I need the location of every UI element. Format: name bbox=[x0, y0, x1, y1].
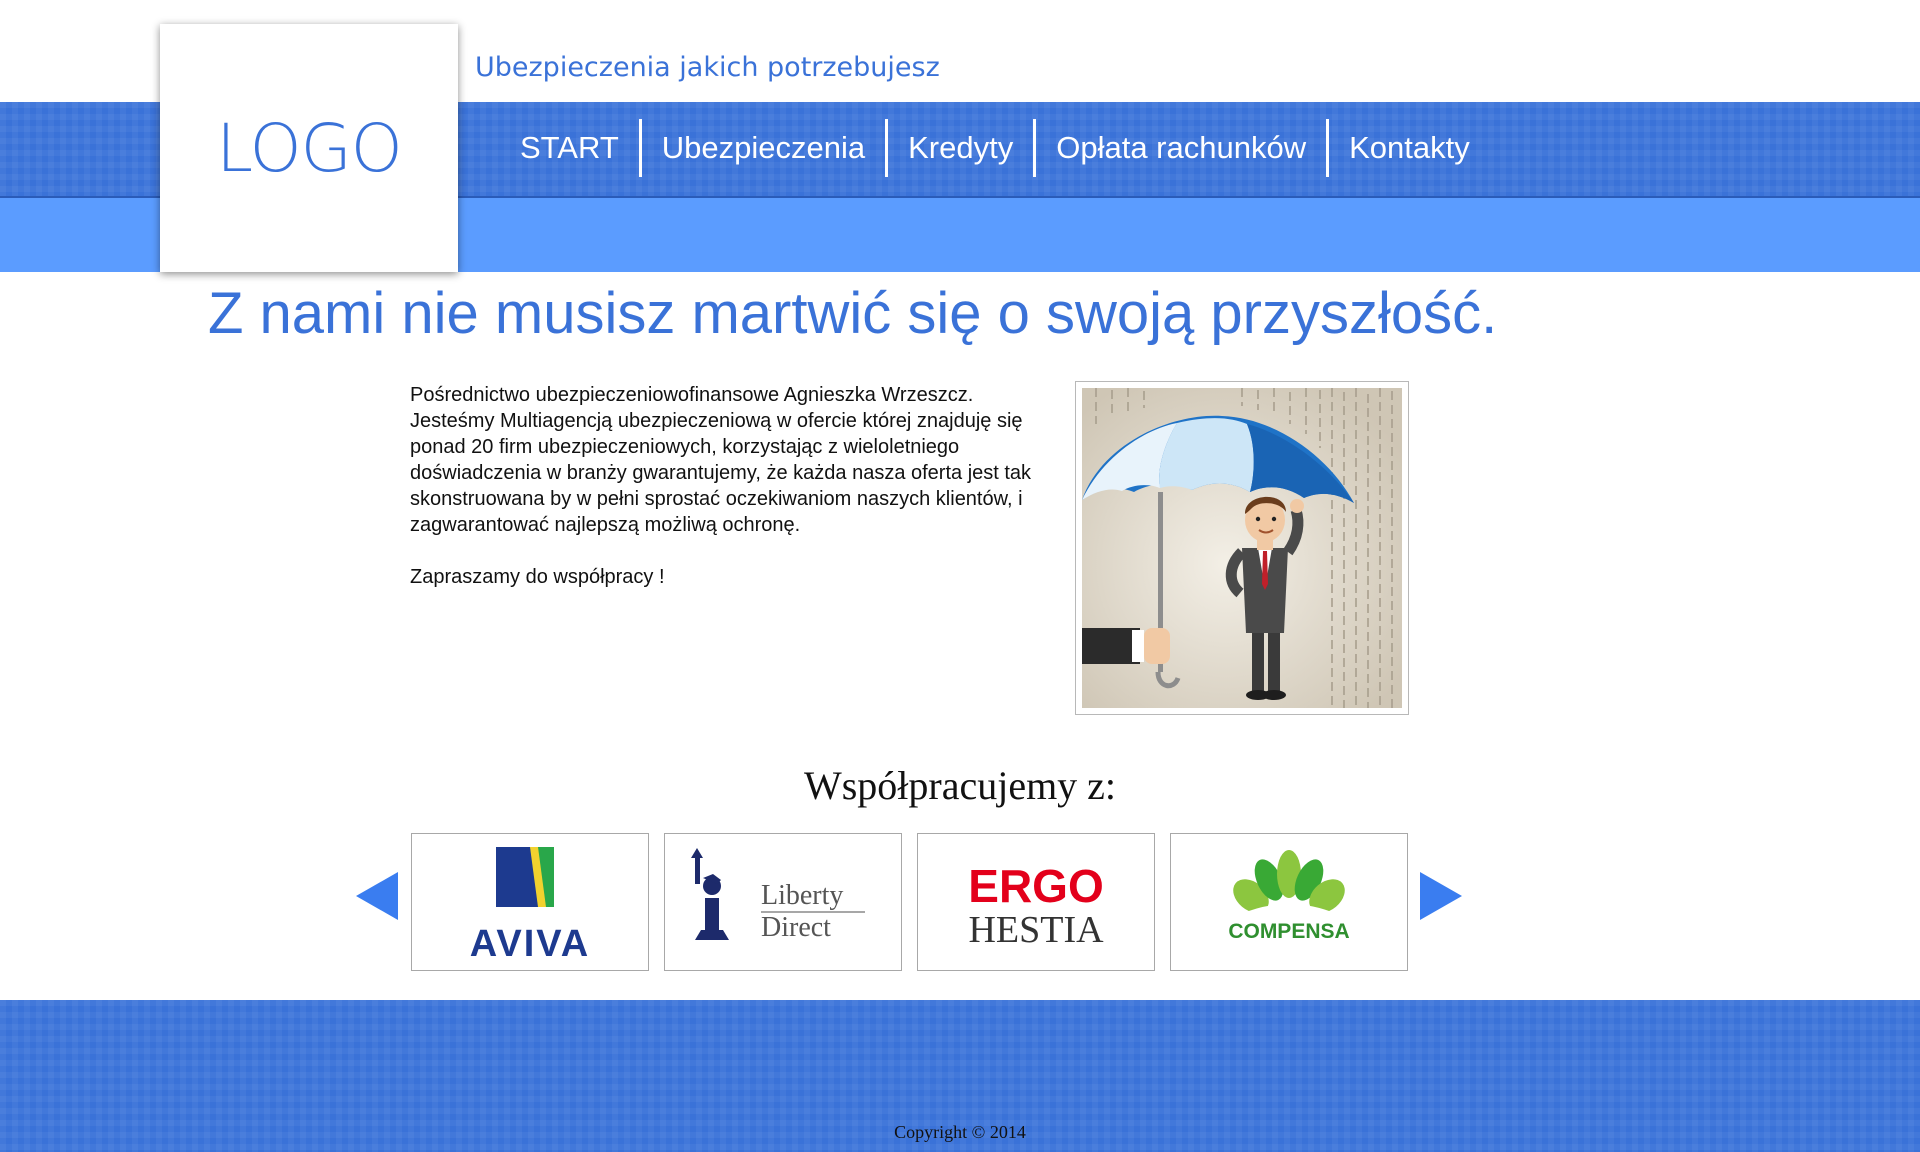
liberty-direct-logo: Liberty Direct bbox=[691, 848, 865, 943]
ergo-hestia-logo: ERGO HESTIA bbox=[968, 860, 1104, 951]
nav-item-start[interactable]: START bbox=[500, 119, 639, 177]
main-nav: START Ubezpieczenia Kredyty Opłata rachu… bbox=[500, 118, 1490, 178]
partner-logo-ergo-hestia[interactable]: ERGO HESTIA bbox=[917, 833, 1155, 971]
tagline: Ubezpieczenia jakich potrzebujesz bbox=[475, 52, 940, 83]
invite-text: Zapraszamy do współpracy ! bbox=[410, 566, 665, 588]
partners-title: Współpracujemy z: bbox=[803, 763, 1117, 808]
logo[interactable]: LOGO bbox=[160, 24, 458, 272]
nav-item-kredyty[interactable]: Kredyty bbox=[888, 119, 1033, 177]
nav-item-ubezpieczenia[interactable]: Ubezpieczenia bbox=[642, 119, 885, 177]
intro-text: Pośrednictwo ubezpieczeniowofinansowe Ag… bbox=[410, 382, 1050, 616]
partner-logo-aviva[interactable]: AVIVA bbox=[411, 833, 649, 971]
logo-text: LOGO bbox=[216, 109, 402, 187]
copyright-text: Copyright © 2014 bbox=[894, 1122, 1026, 1142]
umbrella-businessman-image bbox=[1082, 388, 1402, 708]
aviva-logo: AVIVA bbox=[470, 847, 591, 965]
nav-item-oplata-rachunkow[interactable]: Opłata rachunków bbox=[1036, 119, 1326, 177]
hestia-text: HESTIA bbox=[968, 909, 1104, 951]
nav-item-kontakty[interactable]: Kontakty bbox=[1329, 119, 1490, 177]
liberty-text: Liberty bbox=[761, 880, 843, 911]
compensa-logo: COMPENSA bbox=[1228, 850, 1350, 943]
carousel-next-icon[interactable] bbox=[1420, 872, 1462, 920]
partner-logo-liberty-direct[interactable]: Liberty Direct bbox=[664, 833, 902, 971]
intro-paragraph: Pośrednictwo ubezpieczeniowofinansowe Ag… bbox=[410, 384, 1032, 536]
carousel-prev-icon[interactable] bbox=[356, 872, 398, 920]
partner-logo-compensa[interactable]: COMPENSA bbox=[1170, 833, 1408, 971]
direct-text: Direct bbox=[761, 912, 831, 943]
aviva-text: AVIVA bbox=[470, 923, 591, 965]
compensa-text: COMPENSA bbox=[1228, 920, 1349, 943]
umbrella-illustration bbox=[1075, 381, 1409, 715]
ergo-text: ERGO bbox=[968, 860, 1103, 912]
page-headline: Z nami nie musisz martwić się o swoją pr… bbox=[208, 281, 1498, 346]
page: Ubezpieczenia jakich potrzebujesz LOGO S… bbox=[0, 0, 1920, 1152]
